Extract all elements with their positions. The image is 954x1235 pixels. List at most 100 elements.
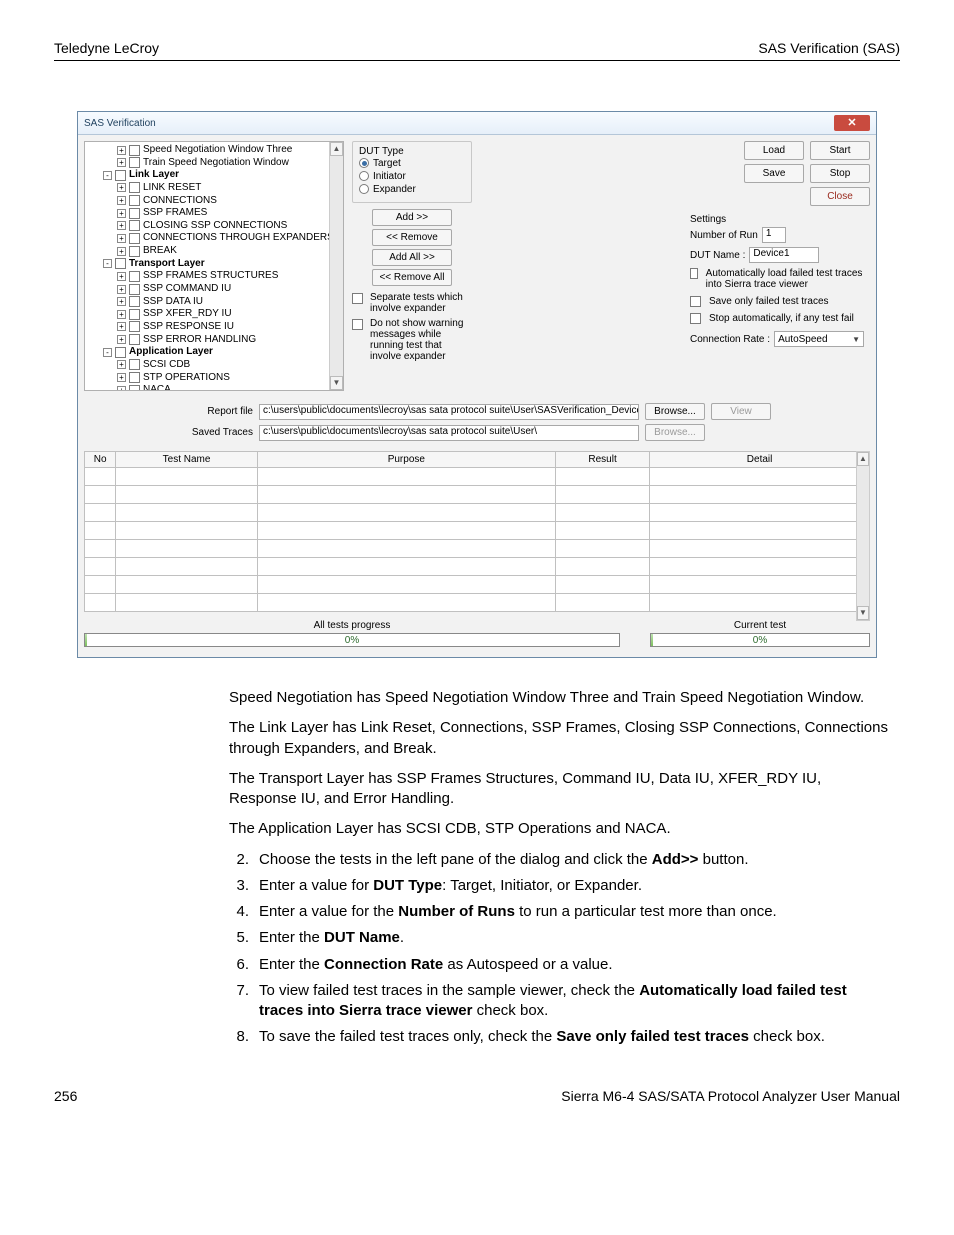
tree-checkbox[interactable]	[115, 347, 126, 358]
tree-item[interactable]: +Speed Negotiation Window Three	[85, 144, 343, 157]
tree-item[interactable]: -Application Layer	[85, 346, 343, 359]
stop-auto-checkbox[interactable]	[690, 313, 701, 324]
expand-icon[interactable]: +	[117, 310, 126, 319]
auto-load-checkbox[interactable]	[690, 268, 698, 279]
saved-browse-button[interactable]: Browse...	[645, 424, 705, 441]
all-tests-pct: 0%	[85, 634, 619, 648]
expand-icon[interactable]: +	[117, 360, 126, 369]
scroll-down-icon[interactable]: ▼	[857, 606, 869, 620]
tree-checkbox[interactable]	[129, 208, 140, 219]
conn-rate-dropdown[interactable]: AutoSpeed ▼	[774, 331, 864, 347]
doc-step: 7.To view failed test traces in the samp…	[229, 981, 890, 1022]
close-button[interactable]: Close	[810, 187, 870, 206]
radio-initiator[interactable]	[359, 171, 369, 181]
current-test-label: Current test	[650, 620, 870, 631]
tree-checkbox[interactable]	[129, 220, 140, 231]
close-icon[interactable]: ✕	[834, 115, 870, 131]
tree-item[interactable]: +SCSI CDB	[85, 359, 343, 372]
tree-item[interactable]: +CONNECTIONS	[85, 195, 343, 208]
tree-checkbox[interactable]	[129, 195, 140, 206]
tree-checkbox[interactable]	[129, 145, 140, 156]
tree-item[interactable]: +SSP ERROR HANDLING	[85, 334, 343, 347]
tree-item[interactable]: + SSP FRAMES STRUCTURES	[85, 270, 343, 283]
scroll-up-icon[interactable]: ▲	[330, 142, 343, 156]
option-checkbox[interactable]	[352, 319, 363, 330]
report-file-input[interactable]: c:\users\public\documents\lecroy\sas sat…	[259, 404, 639, 420]
tree-checkbox[interactable]	[129, 157, 140, 168]
tree-scrollbar[interactable]: ▲ ▼	[329, 142, 343, 390]
test-tree[interactable]: +Speed Negotiation Window Three+Train Sp…	[84, 141, 344, 391]
stop-button[interactable]: Stop	[810, 164, 870, 183]
transfer-button[interactable]: Add All >>	[372, 249, 452, 266]
expand-icon[interactable]: +	[117, 221, 126, 230]
expand-icon[interactable]: -	[103, 171, 112, 180]
expand-icon[interactable]: +	[117, 335, 126, 344]
tree-item[interactable]: +SSP DATA IU	[85, 296, 343, 309]
tree-item[interactable]: +SSP COMMAND IU	[85, 283, 343, 296]
expand-icon[interactable]: -	[103, 348, 112, 357]
dut-name-input[interactable]: Device1	[749, 247, 819, 263]
transfer-button[interactable]: << Remove All	[372, 269, 452, 286]
all-tests-label: All tests progress	[84, 620, 620, 631]
tree-checkbox[interactable]	[129, 321, 140, 332]
expand-icon[interactable]: +	[117, 247, 126, 256]
tree-item[interactable]: -Link Layer	[85, 169, 343, 182]
expand-icon[interactable]: +	[117, 234, 126, 243]
expand-icon[interactable]: +	[117, 373, 126, 382]
transfer-button[interactable]: << Remove	[372, 229, 452, 246]
tree-item[interactable]: -Transport Layer	[85, 258, 343, 271]
tree-checkbox[interactable]	[129, 233, 140, 244]
start-button[interactable]: Start	[810, 141, 870, 160]
tree-checkbox[interactable]	[129, 334, 140, 345]
transfer-button[interactable]: Add >>	[372, 209, 452, 226]
scroll-up-icon[interactable]: ▲	[857, 452, 869, 466]
tree-item[interactable]: +BREAK	[85, 245, 343, 258]
tree-checkbox[interactable]	[129, 385, 140, 391]
tree-item[interactable]: +NACA	[85, 384, 343, 391]
tree-item[interactable]: +CONNECTIONS THROUGH EXPANDERS	[85, 232, 343, 245]
tree-label: SSP FRAMES STRUCTURES	[143, 270, 278, 281]
expand-icon[interactable]: +	[117, 322, 126, 331]
expand-icon[interactable]: +	[117, 272, 126, 281]
tree-checkbox[interactable]	[129, 246, 140, 257]
tree-item[interactable]: +SSP FRAMES	[85, 207, 343, 220]
tree-item[interactable]: +Train Speed Negotiation Window	[85, 157, 343, 170]
tree-checkbox[interactable]	[129, 284, 140, 295]
expand-icon[interactable]: +	[117, 196, 126, 205]
radio-expander[interactable]	[359, 184, 369, 194]
expand-icon[interactable]: -	[103, 259, 112, 268]
table-scrollbar[interactable]: ▲ ▼	[856, 451, 870, 621]
report-view-button[interactable]: View	[711, 403, 771, 420]
tree-checkbox[interactable]	[129, 182, 140, 193]
tree-checkbox[interactable]	[129, 372, 140, 383]
num-run-input[interactable]: 1	[762, 227, 786, 243]
radio-target[interactable]	[359, 158, 369, 168]
tree-checkbox[interactable]	[129, 359, 140, 370]
scroll-down-icon[interactable]: ▼	[330, 376, 343, 390]
expand-icon[interactable]: +	[117, 183, 126, 192]
tree-item[interactable]: +LINK RESET	[85, 182, 343, 195]
expand-icon[interactable]: +	[117, 297, 126, 306]
option-checkbox[interactable]	[352, 293, 363, 304]
tree-checkbox[interactable]	[115, 258, 126, 269]
tree-item[interactable]: +STP OPERATIONS	[85, 372, 343, 385]
report-browse-button[interactable]: Browse...	[645, 403, 705, 420]
expand-icon[interactable]: +	[117, 209, 126, 218]
expand-icon[interactable]: +	[117, 158, 126, 167]
header-rule	[54, 60, 900, 61]
tree-checkbox[interactable]	[129, 271, 140, 282]
saved-traces-input[interactable]: c:\users\public\documents\lecroy\sas sat…	[259, 425, 639, 441]
save-button[interactable]: Save	[744, 164, 804, 183]
tree-checkbox[interactable]	[129, 296, 140, 307]
tree-item[interactable]: +SSP RESPONSE IU	[85, 321, 343, 334]
save-failed-checkbox[interactable]	[690, 296, 701, 307]
tree-item[interactable]: +SSP XFER_RDY IU	[85, 308, 343, 321]
expand-icon[interactable]: +	[117, 386, 126, 391]
load-button[interactable]: Load	[744, 141, 804, 160]
tree-item[interactable]: +CLOSING SSP CONNECTIONS	[85, 220, 343, 233]
tree-checkbox[interactable]	[115, 170, 126, 181]
option-label: Separate tests which involve expander	[370, 292, 472, 314]
tree-checkbox[interactable]	[129, 309, 140, 320]
expand-icon[interactable]: +	[117, 146, 126, 155]
expand-icon[interactable]: +	[117, 285, 126, 294]
